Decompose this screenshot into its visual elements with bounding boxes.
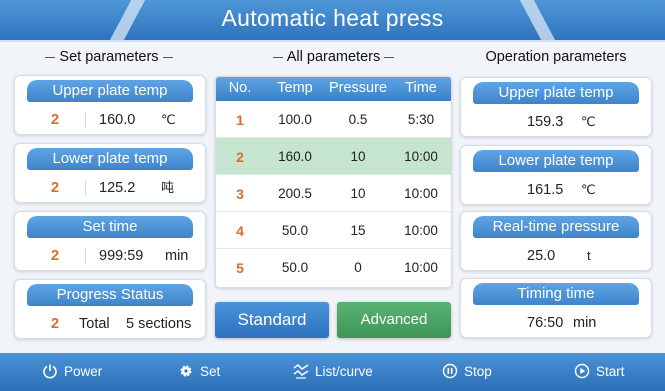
set-upper-plate-temp-card[interactable]: Upper plate temp 2 160.0 ℃ (14, 75, 206, 135)
row-number: 3 (236, 186, 244, 202)
row-time: 10:00 (404, 223, 438, 238)
row-number: 1 (236, 112, 244, 128)
row-pressure: 0 (354, 260, 362, 275)
op-lower-plate-temp-value: 161.5 (527, 182, 564, 198)
row-pressure: 10 (350, 149, 366, 164)
lower-plate-temp-value[interactable]: 125.2 (99, 177, 135, 199)
set-time-value[interactable]: 999:59 (99, 245, 143, 267)
segment-index: 2 (51, 248, 60, 264)
card-caption: Progress Status (27, 284, 193, 306)
operation-parameters-heading: Operation parameters (485, 49, 627, 65)
table-row-selected[interactable]: 2 160.0 10 10:00 (216, 138, 451, 175)
row-pressure: 10 (350, 186, 366, 201)
start-button[interactable]: Start (574, 353, 625, 391)
pause-icon (442, 363, 458, 379)
stop-button[interactable]: Stop (442, 353, 492, 391)
power-button[interactable]: Power (42, 353, 102, 391)
row-temp: 200.5 (278, 186, 312, 201)
set-label: Set (200, 364, 221, 379)
row-time: 10:00 (404, 186, 438, 201)
set-lower-plate-temp-card[interactable]: Lower plate temp 2 125.2 吨 (14, 143, 206, 203)
column-header-no: No. (228, 80, 252, 96)
row-time: 10:00 (404, 260, 438, 275)
list-curve-button[interactable]: List/curve (293, 353, 373, 391)
unit-label: ℃ (581, 114, 596, 129)
unit-label: t (587, 248, 591, 263)
real-time-pressure-card: Real-time pressure 25.0 t (460, 211, 652, 271)
set-parameters-heading-text: Set parameters (59, 49, 159, 65)
gear-icon (178, 363, 194, 379)
upper-plate-temp-value[interactable]: 160.0 (99, 109, 135, 131)
set-time-card[interactable]: Set time 2 999:59 min (14, 211, 206, 271)
timing-time-card: Timing time 76:50 min (460, 278, 652, 338)
divider (85, 249, 86, 263)
card-caption: Set time (27, 216, 193, 238)
segment-index: 2 (51, 316, 60, 332)
row-time: 10:00 (404, 149, 438, 164)
table-row[interactable]: 3 200.5 10 10:00 (216, 175, 451, 212)
set-parameters-heading: Set parameters (14, 49, 204, 65)
start-label: Start (596, 364, 625, 379)
unit-label: min (165, 248, 189, 264)
row-temp: 100.0 (278, 112, 312, 127)
power-label: Power (64, 364, 103, 379)
advanced-button[interactable]: Advanced (337, 302, 451, 338)
row-temp: 50.0 (281, 223, 309, 238)
table-header: No. Temp Pressure Time (216, 77, 451, 101)
unit-label: 吨 (161, 180, 175, 195)
card-caption: Upper plate temp (27, 80, 193, 102)
row-temp: 160.0 (278, 149, 312, 164)
segment-index: 2 (51, 112, 60, 128)
card-caption: Lower plate temp (27, 148, 193, 170)
row-pressure: 15 (350, 223, 366, 238)
stop-label: Stop (464, 364, 492, 379)
curve-icon (293, 363, 309, 379)
play-icon (574, 363, 590, 379)
real-time-pressure-value: 25.0 (527, 248, 556, 264)
all-parameters-table: No. Temp Pressure Time 1 100.0 0.5 5:30 … (215, 76, 452, 288)
list-curve-label: List/curve (315, 364, 373, 379)
op-upper-plate-temp-card: Upper plate temp 159.3 ℃ (460, 77, 652, 137)
divider (85, 113, 86, 127)
unit-label: min (573, 315, 597, 331)
card-caption: Timing time (473, 283, 639, 305)
all-parameters-heading-text: All parameters (286, 49, 381, 65)
row-number: 2 (236, 149, 244, 165)
all-parameters-heading: All parameters (215, 49, 452, 65)
row-time: 5:30 (407, 112, 435, 127)
row-number: 4 (236, 223, 244, 239)
progress-sections: 5 sections (126, 316, 192, 332)
page-title: Automatic heat press (221, 5, 444, 31)
column-header-time: Time (405, 80, 437, 96)
set-button[interactable]: Set (178, 353, 220, 391)
title-bar: Automatic heat press (0, 0, 665, 42)
progress-total-label: Total (79, 316, 110, 332)
column-header-temp: Temp (277, 80, 313, 96)
timing-time-value: 76:50 (527, 315, 564, 331)
segment-index: 2 (51, 180, 60, 196)
power-icon (42, 363, 58, 379)
card-caption: Real-time pressure (473, 216, 639, 238)
divider (85, 181, 86, 195)
row-number: 5 (236, 260, 244, 276)
column-header-pressure: Pressure (328, 80, 388, 96)
card-caption: Upper plate temp (473, 82, 639, 104)
op-upper-plate-temp-value: 159.3 (527, 114, 564, 130)
unit-label: ℃ (581, 182, 596, 197)
bottom-nav: Power Set List/curve Stop Start (0, 353, 665, 391)
row-pressure: 0.5 (348, 112, 368, 127)
table-row[interactable]: 5 50.0 0 10:00 (216, 249, 451, 286)
op-lower-plate-temp-card: Lower plate temp 161.5 ℃ (460, 145, 652, 205)
card-caption: Lower plate temp (473, 150, 639, 172)
unit-label: ℃ (161, 112, 176, 127)
table-row[interactable]: 1 100.0 0.5 5:30 (216, 101, 451, 138)
row-temp: 50.0 (281, 260, 309, 275)
standard-button[interactable]: Standard (215, 302, 329, 338)
table-row[interactable]: 4 50.0 15 10:00 (216, 212, 451, 249)
progress-status-card: Progress Status 2 Total 5 sections (14, 279, 206, 339)
